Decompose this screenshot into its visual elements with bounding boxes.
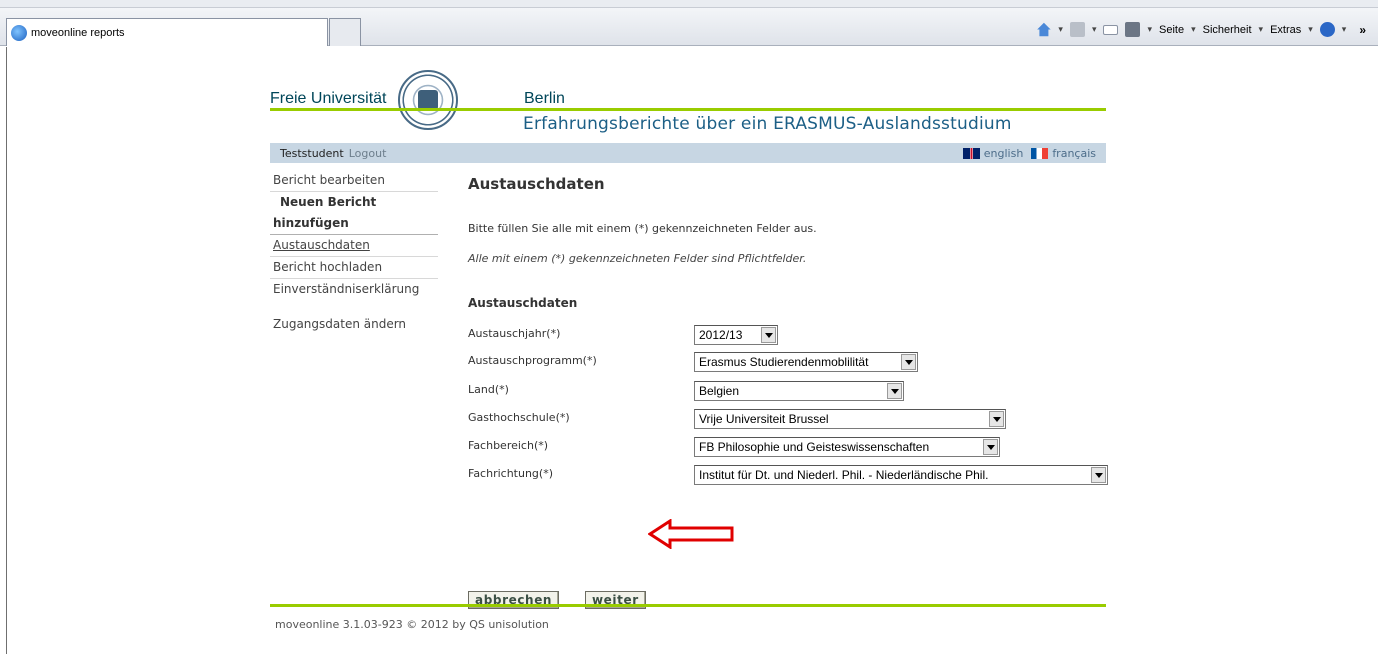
french-flag-icon[interactable]: [1031, 147, 1049, 159]
field-label: Land(*): [468, 383, 509, 396]
field-exchange-year: Austauschjahr(*) 2012/13: [468, 325, 1108, 345]
select-value: FB Philosophie und Geisteswissenschaften: [699, 440, 930, 454]
sidebar-heading-new-report: Neuen Bericht: [280, 195, 377, 209]
chevron-down-icon[interactable]: [887, 383, 902, 399]
intro-text: Bitte füllen Sie alle mit einem (*) geke…: [468, 222, 817, 235]
main-content: Austauschdaten Bitte füllen Sie alle mit…: [468, 175, 1108, 609]
sidebar: Bericht bearbeiten Neuen Bericht hinzufü…: [270, 170, 438, 335]
chevron-down-icon: ▾: [1308, 24, 1313, 34]
lang-english-link[interactable]: english: [984, 147, 1024, 160]
university-seal-icon: [398, 70, 458, 130]
field-label: Austauschprogramm(*): [468, 354, 597, 367]
field-label: Austauschjahr(*): [468, 327, 561, 340]
select-value: Erasmus Studierendenmoblilität: [699, 355, 869, 369]
window-border: [6, 47, 7, 654]
exchange-year-select[interactable]: 2012/13: [694, 325, 778, 345]
chevron-down-icon[interactable]: ▾: [1147, 24, 1152, 35]
user-name: Teststudent: [280, 146, 344, 160]
annotation-arrow-icon: [648, 519, 734, 549]
sidebar-item-consent[interactable]: Einverständniserklärung: [270, 279, 438, 300]
lang-french-link[interactable]: français: [1052, 147, 1096, 160]
uk-flag-icon[interactable]: [962, 147, 980, 159]
sidebar-item-edit-report[interactable]: Bericht bearbeiten: [270, 170, 438, 192]
chevron-down-icon[interactable]: [901, 354, 916, 370]
field-label: Fachrichtung(*): [468, 467, 553, 480]
page-menu[interactable]: Seite: [1159, 24, 1184, 36]
chevron-down-icon[interactable]: [989, 411, 1004, 427]
command-bar: ▾ ▾ ▾ Seite ▾ Sicherheit ▾ Extras ▾ ▾ »: [1036, 22, 1366, 37]
field-label: Gasthochschule(*): [468, 411, 570, 424]
field-exchange-program: Austauschprogramm(*) Erasmus Studierende…: [468, 352, 1108, 372]
chevron-down-icon: ▾: [1191, 24, 1196, 34]
page-subtitle: Erfahrungsberichte über ein ERASMUS-Ausl…: [523, 114, 1012, 134]
field-country: Land(*) Belgien: [468, 381, 1108, 401]
help-icon[interactable]: [1319, 22, 1335, 37]
home-icon[interactable]: [1037, 22, 1051, 37]
subject-select[interactable]: Institut für Dt. und Niederl. Phil. - Ni…: [694, 465, 1108, 485]
sidebar-item-exchange-data[interactable]: Austauschdaten: [270, 235, 438, 257]
country-select[interactable]: Belgien: [694, 381, 904, 401]
chevron-down-icon[interactable]: [1091, 467, 1106, 483]
logo[interactable]: Freie Universität Berlin: [270, 70, 1106, 130]
logout-link[interactable]: Logout: [349, 147, 387, 160]
new-tab-button[interactable]: [329, 18, 361, 46]
select-value: Institut für Dt. und Niederl. Phil. - Ni…: [699, 468, 989, 482]
ie-page-icon: [11, 24, 27, 41]
field-label: Fachbereich(*): [468, 439, 549, 452]
field-department: Fachbereich(*) FB Philosophie und Geiste…: [468, 437, 1108, 457]
section-heading: Austauschdaten: [468, 296, 578, 310]
browser-tab-bar: moveonline reports ▾ ▾ ▾ Seite ▾ Sicherhe…: [0, 8, 1378, 46]
browser-top-strip: [0, 0, 1378, 8]
header-divider: [270, 108, 1106, 111]
chevron-down-icon: ▾: [1258, 24, 1264, 34]
logo-text-left: Freie Universität: [270, 90, 387, 107]
chevron-down-icon[interactable]: ▾: [1342, 24, 1347, 35]
select-value: Vrije Universiteit Brussel: [699, 412, 829, 426]
more-commands-icon[interactable]: »: [1359, 23, 1366, 37]
required-note: Alle mit einem (*) gekennzeichneten Feld…: [468, 252, 807, 265]
select-value: 2012/13: [699, 328, 743, 342]
page-container: Freie Universität Berlin Erfahrungsberic…: [270, 70, 1108, 609]
field-subject: Fachrichtung(*) Institut für Dt. und Nie…: [468, 465, 1108, 485]
field-host-university: Gasthochschule(*) Vrije Universiteit Bru…: [468, 409, 1108, 429]
safety-menu[interactable]: Sicherheit: [1203, 24, 1252, 36]
select-value: Belgien: [699, 384, 740, 398]
mail-icon[interactable]: [1103, 24, 1119, 35]
tab-title: moveonline reports: [31, 26, 125, 39]
extras-menu[interactable]: Extras: [1270, 24, 1301, 36]
footer-text: moveonline 3.1.03-923 © 2012 by QS uniso…: [275, 618, 549, 631]
sidebar-item-change-credentials[interactable]: Zugangsdaten ändern: [270, 314, 438, 335]
department-select[interactable]: FB Philosophie und Geisteswissenschaften: [694, 437, 1000, 457]
chevron-down-icon[interactable]: [983, 439, 998, 455]
page-title: Austauschdaten: [468, 175, 605, 193]
host-university-select[interactable]: Vrije Universiteit Brussel: [694, 409, 1006, 429]
browser-tab[interactable]: moveonline reports: [6, 18, 328, 46]
chevron-down-icon[interactable]: [761, 327, 776, 343]
chevron-down-icon[interactable]: ▾: [1092, 24, 1097, 35]
user-bar: Teststudent Logout english français: [270, 143, 1106, 163]
footer-divider: [270, 604, 1106, 607]
exchange-program-select[interactable]: Erasmus Studierendenmoblilität: [694, 352, 918, 372]
feeds-icon[interactable]: [1069, 22, 1085, 37]
sidebar-heading-new-report-cont: hinzufügen: [270, 213, 438, 235]
logo-text-right: Berlin: [524, 90, 565, 107]
language-switcher: english français: [962, 147, 1096, 160]
sidebar-item-upload-report[interactable]: Bericht hochladen: [270, 257, 438, 279]
chevron-down-icon[interactable]: ▾: [1058, 24, 1063, 35]
print-icon[interactable]: [1125, 22, 1141, 37]
